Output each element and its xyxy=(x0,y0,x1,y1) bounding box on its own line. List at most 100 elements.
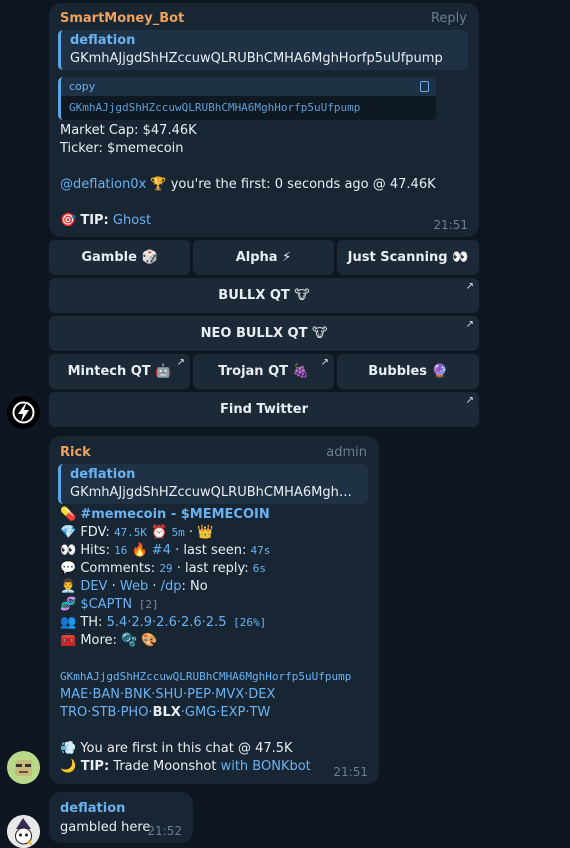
neo-bullx-qt-button[interactable]: NEO BULLX QT 🐮 ↗ xyxy=(49,316,479,351)
crown-icon: · 👑 xyxy=(184,525,214,540)
alpha-label: Alpha ⚡ xyxy=(235,250,292,265)
reply-quote[interactable]: deflation GKmhAJjgdShHZccuwQLRUBhCMHA6Mg… xyxy=(58,464,368,504)
quote-title: deflation xyxy=(70,33,136,48)
comments-line: 💬 Comments: 29 · last reply: 6s xyxy=(60,560,266,578)
dash-icon: 💨 xyxy=(60,741,77,756)
external-link-icon: ↗ xyxy=(320,357,329,368)
hashtag-link[interactable]: #memecoin xyxy=(80,507,166,522)
moon-icon: 🌙 xyxy=(60,759,77,774)
quote-text: GKmhAJjgdShHZccuwQLRUBhCMHA6MghHorfp5uUf… xyxy=(70,51,443,66)
speech-icon: 💬 xyxy=(60,561,77,576)
captn-link[interactable]: $CAPTN xyxy=(80,597,132,612)
dex-links-row1[interactable]: MAE·BAN·BNK·SHU·PEP·MVX·DEX xyxy=(60,686,275,704)
tip-line: 🎯 TIP: Ghost xyxy=(60,212,151,230)
bullx-qt-button[interactable]: BULLX QT 🐮 ↗ xyxy=(49,278,479,313)
dex-links-c[interactable]: ·GMG·EXP·TW xyxy=(181,705,271,720)
message-text: gambled here xyxy=(60,820,151,835)
rick-face-icon xyxy=(7,751,40,784)
first-text: you're the first: 0 seconds ago @ 47.46K xyxy=(166,177,436,192)
separator: · xyxy=(148,579,161,594)
bot-avatar[interactable] xyxy=(7,396,40,429)
sender-name[interactable]: SmartMoney_Bot xyxy=(60,11,184,26)
tip-label: TIP: xyxy=(80,213,109,228)
message-time: 21:51 xyxy=(333,765,368,779)
comments-value: 29 xyxy=(159,562,173,575)
holders-icon: 👥 xyxy=(60,615,77,630)
dna-icon: 🧬 xyxy=(60,597,77,612)
quote-text: GKmhAJjgdShHZccuwQLRUBhCMHA6MghHorfp5uUf… xyxy=(70,485,360,500)
find-twitter-button[interactable]: Find Twitter ↗ xyxy=(49,392,479,427)
external-link-icon: ↗ xyxy=(465,319,474,330)
bonkbot-link[interactable]: with BONKbot xyxy=(221,759,311,774)
code-body: GKmhAJjgdShHZccuwQLRUBhCMHA6MghHorfp5uUf… xyxy=(61,96,436,120)
fire-icon: 🔥 xyxy=(127,543,152,558)
copy-icon[interactable] xyxy=(420,81,429,92)
rick-avatar[interactable] xyxy=(7,751,40,784)
dex-links-row2[interactable]: TRO·STB·PHO·BLX·GMG·EXP·TW xyxy=(60,704,270,722)
bot-message: SmartMoney_Bot Reply deflation GKmhAJjgd… xyxy=(49,3,479,237)
dev-icon: 👨‍💼 xyxy=(60,579,77,594)
fdv-line: 💎 FDV: 47.5K ⏰ 5m · 👑 xyxy=(60,524,213,542)
external-link-icon: ↗ xyxy=(465,395,474,406)
token-line: 💊 #memecoin - $MEMECOIN xyxy=(60,506,270,524)
reply-label[interactable]: Reply xyxy=(431,11,467,26)
dex-links-a[interactable]: TRO·STB·PHO· xyxy=(60,705,153,720)
fdv-label: FDV: xyxy=(76,525,114,540)
hits-label: Hits: xyxy=(76,543,115,558)
mintech-qt-button[interactable]: Mintech QT 🤖 ↗ xyxy=(49,354,190,389)
tip-label: TIP: xyxy=(76,759,110,774)
contract-address[interactable]: GKmhAJjgdShHZccuwQLRUBhCMHA6MghHorfp5uUf… xyxy=(60,668,351,686)
dev-line: 👨‍💼 DEV · Web · /dp: No xyxy=(60,578,208,596)
holders-percent: [26%] xyxy=(226,616,267,629)
comments-label: Comments: xyxy=(76,561,160,576)
reply-quote[interactable]: deflation GKmhAJjgdShHZccuwQLRUBhCMHA6Mg… xyxy=(58,30,468,70)
dp-link[interactable]: /dp xyxy=(161,579,182,594)
gamble-button[interactable]: Gamble 🎲 xyxy=(49,240,190,275)
toolbox-icon: 🧰 xyxy=(60,633,77,648)
tip-line: 🌙 TIP: Trade Moonshot with BONKbot xyxy=(60,758,311,776)
target-icon: 🎯 xyxy=(60,213,77,228)
code-block[interactable]: copy GKmhAJjgdShHZccuwQLRUBhCMHA6MghHorf… xyxy=(58,77,436,120)
just-scanning-button[interactable]: Just Scanning 👀 xyxy=(337,240,479,275)
code-text: GKmhAJjgdShHZccuwQLRUBhCMHA6MghHorfp5uUf… xyxy=(69,101,361,114)
more-label: More: xyxy=(76,633,122,648)
fdv-value: 47.5K xyxy=(113,526,148,539)
neo-bullx-label: NEO BULLX QT 🐮 xyxy=(200,326,328,341)
more-icons[interactable]: 🫧 🎨 xyxy=(121,633,158,648)
ticker-link[interactable]: $MEMECOIN xyxy=(181,507,270,522)
holders-line: 👥 TH: 5.4·2.9·2.6·2.6·2.5 [26%] xyxy=(60,614,266,632)
external-link-icon: ↗ xyxy=(176,357,185,368)
dp-value: : No xyxy=(181,579,208,594)
sender-name[interactable]: Rick xyxy=(60,445,91,460)
last-seen-label: · last seen: xyxy=(170,543,251,558)
tip-link[interactable]: Ghost xyxy=(113,213,151,228)
eyes-icon: 👀 xyxy=(60,543,77,558)
sender-name[interactable]: deflation xyxy=(60,801,125,816)
gem-icon: 💎 xyxy=(60,525,77,540)
web-link[interactable]: Web xyxy=(120,579,148,594)
holders-values[interactable]: 5.4·2.9·2.6·2.6·2.5 xyxy=(107,615,227,630)
lightning-icon xyxy=(12,401,35,424)
external-link-icon: ↗ xyxy=(465,281,474,292)
last-reply-label: · last reply: xyxy=(172,561,253,576)
tip-text: Trade Moonshot xyxy=(109,759,221,774)
trojan-qt-button[interactable]: Trojan QT 🍇 ↗ xyxy=(193,354,334,389)
trophy-icon: 🏆 xyxy=(150,177,167,192)
mascot-icon xyxy=(7,815,40,848)
alpha-button[interactable]: Alpha ⚡ xyxy=(193,240,334,275)
last-seen-value: 47s xyxy=(250,544,271,557)
dev-link[interactable]: DEV xyxy=(80,579,107,594)
mention-link[interactable]: @deflation0x xyxy=(60,177,146,192)
bubbles-button[interactable]: Bubbles 🔮 xyxy=(337,354,479,389)
first-in-chat-line: 💨 You are first in this chat @ 47.5K xyxy=(60,740,293,758)
more-line: 🧰 More: 🫧 🎨 xyxy=(60,632,158,650)
market-cap: Market Cap: $47.46K xyxy=(60,123,197,138)
user-avatar[interactable] xyxy=(7,815,40,848)
code-label: copy xyxy=(69,80,96,93)
rick-message: Rick admin deflation GKmhAJjgdShHZccuwQL… xyxy=(49,436,379,784)
last-reply-value: 6s xyxy=(252,562,266,575)
message-time: 21:52 xyxy=(147,824,182,838)
dex-link-blx[interactable]: BLX xyxy=(153,705,181,720)
rank-link[interactable]: #4 xyxy=(152,543,171,558)
first-line: @deflation0x 🏆 you're the first: 0 secon… xyxy=(60,176,436,194)
